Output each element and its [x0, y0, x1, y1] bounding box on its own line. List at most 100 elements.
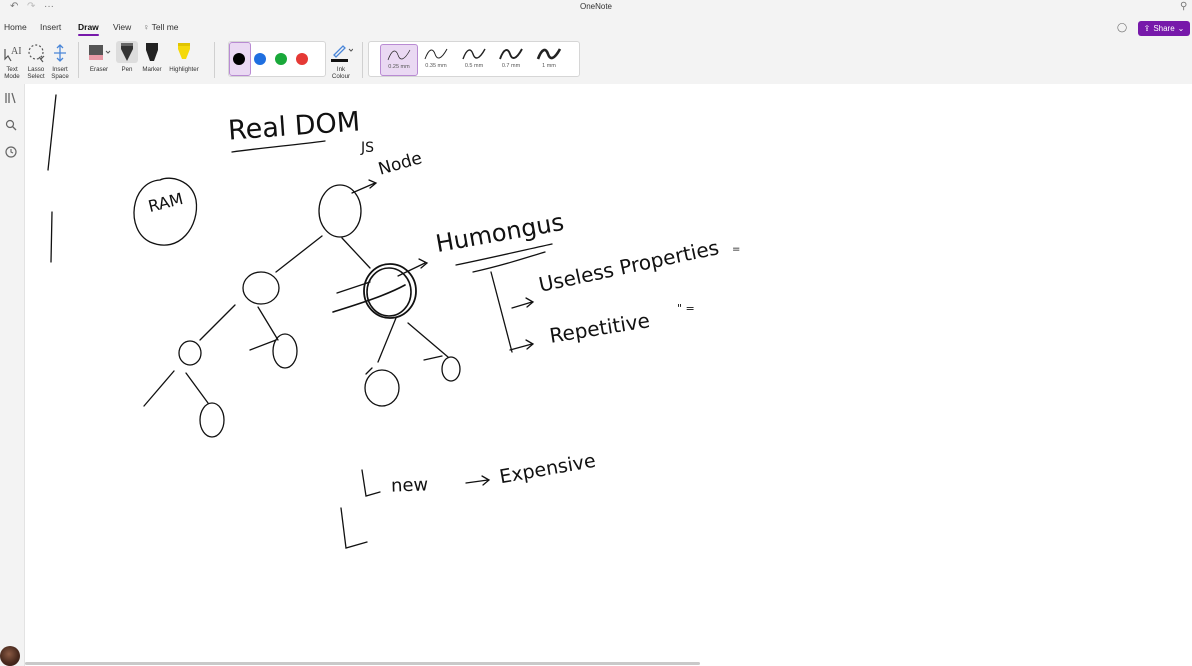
- tree-node: [364, 369, 400, 407]
- ink-colour-icon: [328, 41, 354, 63]
- tree-node: [242, 271, 280, 305]
- tree-branch: [199, 304, 236, 341]
- tree-branch: [377, 317, 397, 363]
- tree-node: [272, 333, 298, 369]
- tree-branch: [365, 367, 373, 375]
- lightbulb-icon: ♀: [143, 22, 150, 32]
- notebooks-icon[interactable]: [4, 92, 18, 106]
- share-icon: ⇪: [1143, 24, 1151, 33]
- stroke-preview-icon: [499, 48, 523, 60]
- lasso-icon: [25, 41, 47, 63]
- lasso-label-1: Lasso: [27, 66, 45, 73]
- insert-space-button[interactable]: Insert Space: [49, 41, 71, 80]
- stroke-preview-icon: [387, 49, 411, 61]
- color-red[interactable]: [296, 53, 308, 65]
- menu-bar: Home Insert Draw View ♀ Tell me ◯: [0, 16, 1192, 38]
- tab-view[interactable]: View: [113, 22, 131, 32]
- pen-color-palette: [228, 41, 326, 77]
- thickness-group: 0.25 mm 0.35 mm 0.5 mm 0.7 mm 1 mm: [368, 41, 580, 77]
- tell-me-label: Tell me: [151, 22, 179, 32]
- share-button[interactable]: ⇪ Share ⌄: [1138, 21, 1190, 36]
- marker-label: Marker: [142, 66, 162, 73]
- ink-stroke: [50, 211, 53, 263]
- ink-arrow: [465, 479, 489, 484]
- insert-space-icon: [49, 41, 71, 63]
- ink-colour-button[interactable]: Ink Colour: [328, 41, 354, 80]
- ink-new: new: [390, 474, 429, 497]
- tree-node: [441, 356, 461, 382]
- text-mode-icon: AI: [2, 41, 22, 63]
- tree-branch: [275, 235, 323, 273]
- tab-home[interactable]: Home: [4, 22, 27, 32]
- search-icon[interactable]: [4, 119, 18, 133]
- share-link-icon[interactable]: ⚲: [1180, 1, 1187, 12]
- highlighter-label: Highlighter: [169, 66, 199, 73]
- eraser-button[interactable]: Eraser: [86, 41, 112, 73]
- ink-arrow: [361, 469, 381, 497]
- lasso-select-button[interactable]: Lasso Select: [25, 41, 47, 80]
- ink-underline: [472, 251, 546, 273]
- tab-draw[interactable]: Draw: [78, 22, 99, 36]
- ribbon-separator: [78, 42, 79, 78]
- highlighted-node: [363, 263, 417, 319]
- insert-space-label-1: Insert: [52, 66, 68, 73]
- ink-stroke: [47, 94, 57, 171]
- marker-icon: [140, 41, 164, 63]
- tree-branch: [249, 339, 277, 351]
- eraser-label: Eraser: [89, 66, 109, 73]
- tab-insert[interactable]: Insert: [40, 22, 61, 32]
- tree-branch: [423, 355, 443, 361]
- thickness-label: 0.5 mm: [464, 63, 484, 69]
- ink-drawing: [47, 94, 553, 549]
- comments-icon[interactable]: ◯: [1117, 22, 1127, 33]
- highlighter-icon: [166, 41, 202, 63]
- pen-label: Pen: [121, 66, 133, 73]
- avatar[interactable]: [0, 646, 20, 666]
- ink-bracket: [490, 271, 513, 353]
- tree-branch: [185, 372, 209, 404]
- ink-js: JS: [361, 140, 375, 156]
- thickness-025[interactable]: 0.25 mm: [380, 44, 418, 76]
- horizontal-scrollbar[interactable]: [25, 662, 700, 665]
- thickness-035[interactable]: 0.35 mm: [418, 44, 454, 74]
- tree-branch: [341, 237, 371, 269]
- thickness-1[interactable]: 1 mm: [531, 44, 567, 74]
- ink-arrow-to-node: [351, 182, 376, 194]
- thickness-05[interactable]: 0.5 mm: [456, 44, 492, 74]
- ink-colour-label-1: Ink: [336, 66, 346, 73]
- note-canvas[interactable]: Real DOM JS Node RAM Humongus Useless Pr…: [25, 84, 1192, 666]
- recent-icon[interactable]: [4, 146, 18, 160]
- thickness-label: 0.7 mm: [501, 63, 521, 69]
- tree-branch: [257, 306, 279, 341]
- ink-arrow: [340, 507, 368, 549]
- highlighter-button[interactable]: Highlighter: [166, 41, 202, 73]
- tree-node-root: [318, 184, 362, 238]
- ink-colour-label-2: Colour: [331, 73, 351, 80]
- ink-equals: =: [732, 244, 741, 255]
- tree-branch: [407, 322, 449, 358]
- share-label: Share: [1153, 24, 1175, 33]
- stroke-preview-icon: [536, 48, 562, 60]
- thickness-label: 1 mm: [542, 63, 556, 69]
- color-green[interactable]: [275, 53, 287, 65]
- thickness-07[interactable]: 0.7 mm: [493, 44, 529, 74]
- tree-node: [199, 402, 225, 438]
- ink-ditto: " =: [677, 302, 695, 315]
- draw-ribbon: AI Text Mode Lasso Select Insert Space E…: [0, 38, 1192, 85]
- tree-node: [178, 340, 202, 366]
- color-black[interactable]: [233, 53, 245, 65]
- title-bar: ↶ ↷ ··· OneNote ⚲: [0, 0, 1192, 16]
- thickness-label: 0.35 mm: [425, 63, 447, 69]
- eraser-icon: [86, 41, 112, 63]
- ink-arrow-to-humongus: [397, 262, 426, 277]
- left-sidebar: [0, 84, 25, 666]
- color-blue[interactable]: [254, 53, 266, 65]
- tell-me[interactable]: ♀ Tell me: [143, 22, 179, 32]
- lasso-label-2: Select: [27, 73, 45, 80]
- window-title: OneNote: [579, 2, 613, 11]
- text-mode-button[interactable]: AI Text Mode: [2, 41, 22, 80]
- stroke-preview-icon: [424, 48, 448, 60]
- chevron-down-icon: ⌄: [1177, 24, 1185, 33]
- pen-button[interactable]: Pen: [116, 41, 138, 73]
- marker-button[interactable]: Marker: [140, 41, 164, 73]
